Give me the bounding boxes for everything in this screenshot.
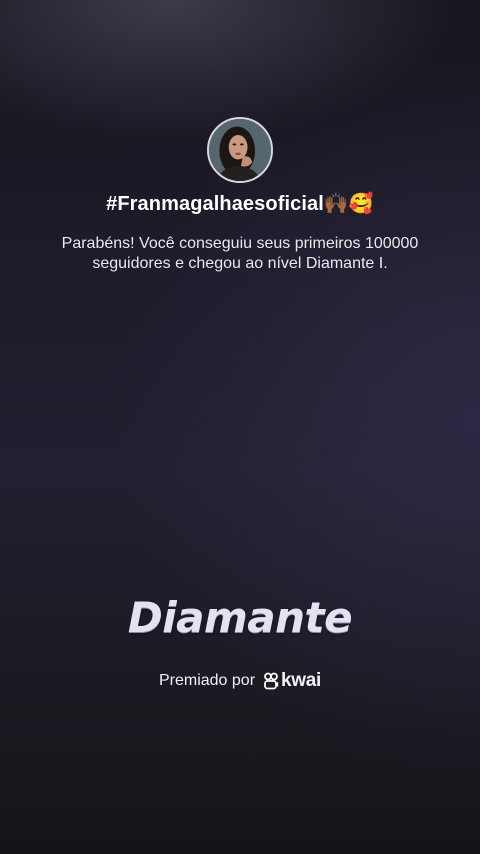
avatar[interactable]	[207, 117, 273, 183]
congratulations-message: Parabéns! Você conseguiu seus primeiros …	[61, 235, 419, 272]
avatar-portrait-image	[209, 119, 271, 181]
kwai-brand-text: kwai	[281, 670, 322, 691]
kwai-logo: kwai	[263, 670, 321, 692]
award-line: Premiado por kwai	[0, 670, 480, 692]
achievement-screen: #Franmagalhaesoficial🙌🏾🥰 Parabéns! Você …	[0, 0, 480, 854]
award-label: Premiado por	[158, 672, 256, 689]
kwai-logo-icon	[264, 672, 279, 690]
username-title: #Franmagalhaesoficial🙌🏾🥰	[106, 193, 374, 215]
level-title: Diamante	[127, 593, 353, 642]
